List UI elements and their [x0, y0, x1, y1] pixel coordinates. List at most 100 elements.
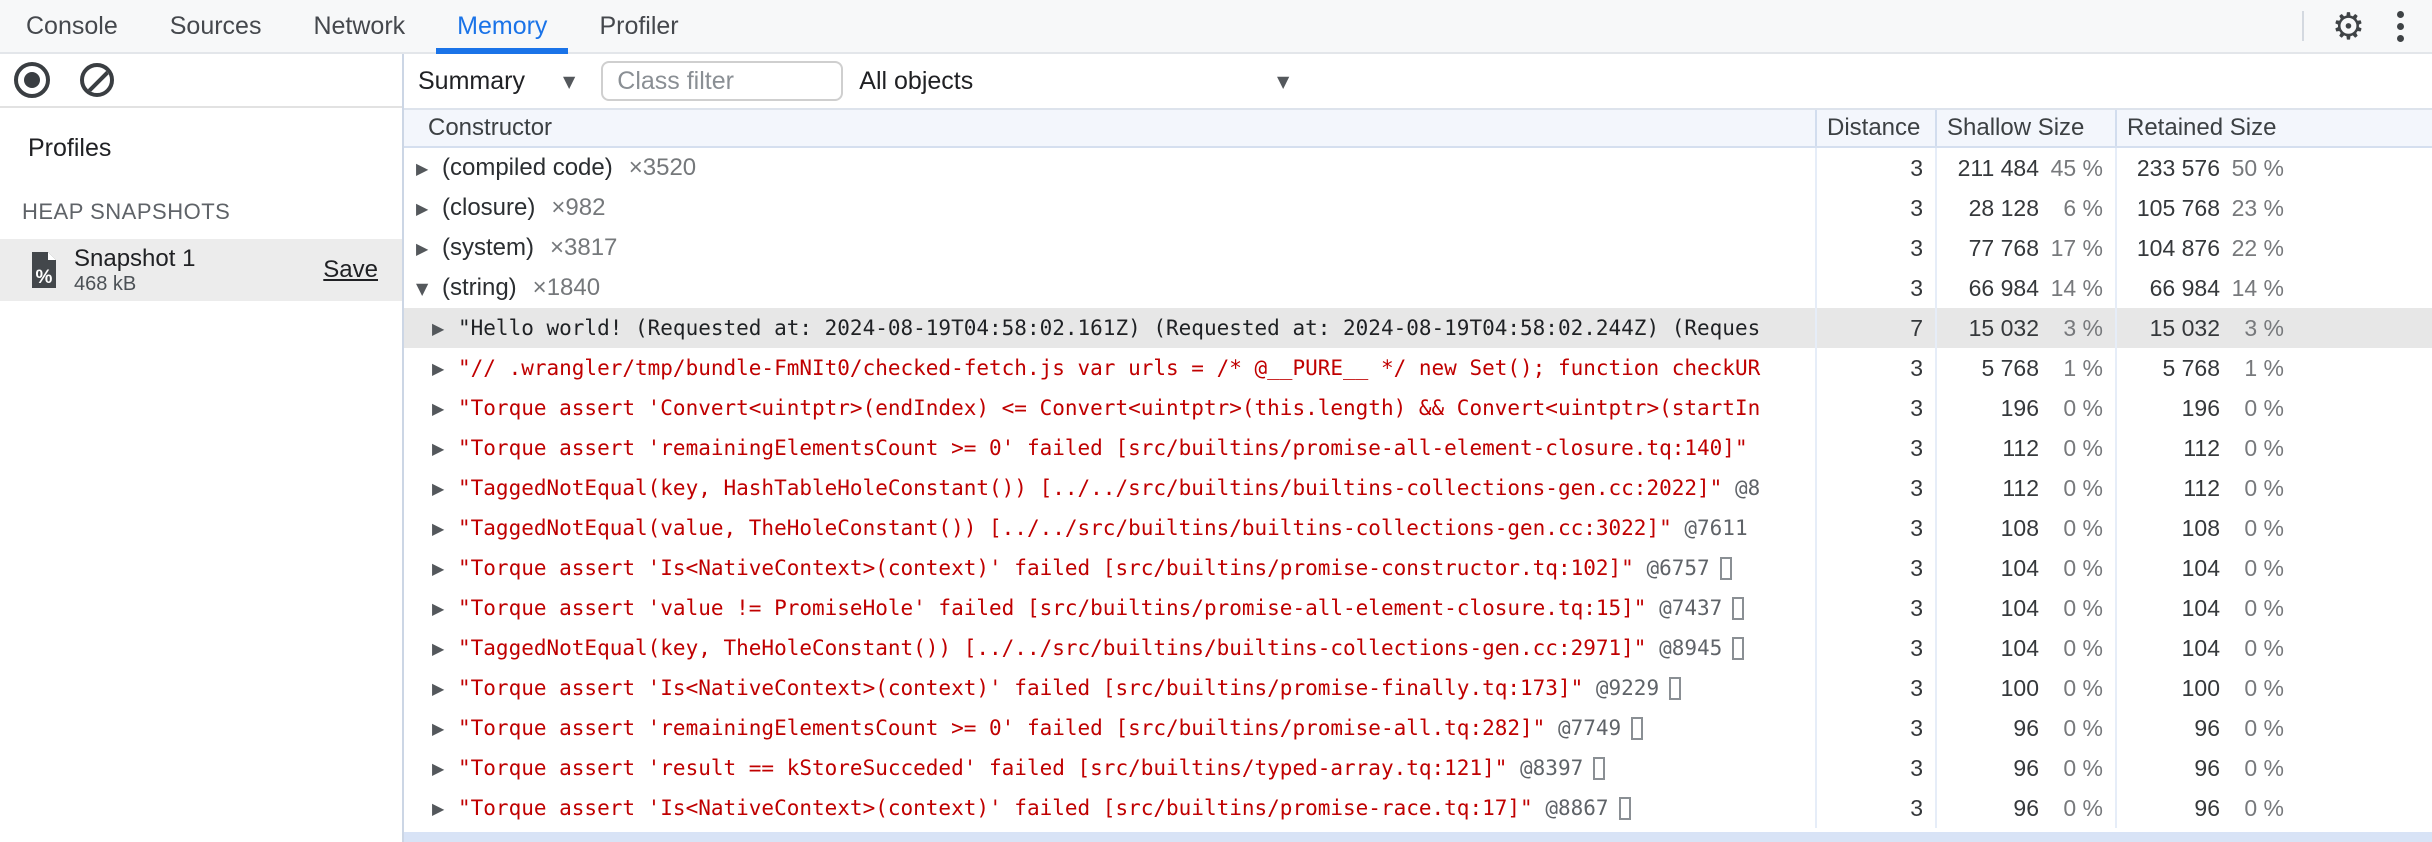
- retained-size-value: 5 768: [2162, 354, 2220, 381]
- constructor-name: (string): [442, 274, 517, 301]
- table-row[interactable]: ▶ (closure) ×982 3 28 128 6 % 105 768 23 %: [404, 188, 2432, 228]
- constructor-cell: ▶ "Torque assert 'value != PromiseHole' f…: [404, 588, 1815, 628]
- profiles-label: Profiles: [28, 134, 112, 162]
- distance-value: 3: [1910, 794, 1923, 821]
- expand-arrow-closed-icon[interactable]: ▶: [432, 759, 458, 778]
- expand-arrow-closed-icon[interactable]: ▶: [432, 519, 458, 538]
- expand-arrow-closed-icon[interactable]: ▶: [432, 559, 458, 578]
- expand-arrow-closed-icon[interactable]: ▶: [432, 359, 458, 378]
- string-value: "Torque assert 'result == kStoreSucceded…: [458, 756, 1508, 780]
- shallow-size-percent: 6 %: [2063, 194, 2103, 221]
- perspective-select[interactable]: Summary ▼: [418, 67, 575, 96]
- retained-size-value: 105 768: [2136, 194, 2220, 221]
- constructor-cell: ▶ "Torque assert 'Is<NativeContext>(conte…: [404, 548, 1815, 588]
- expand-arrow-closed-icon[interactable]: ▶: [432, 719, 458, 738]
- table-row[interactable]: ▶ "Torque assert 'result == kStoreSuccede…: [404, 748, 2432, 788]
- column-header-constructor[interactable]: Constructor: [404, 110, 1815, 146]
- shallow-size-value: 104: [2000, 634, 2039, 661]
- retained-size-cell: 104 876 22 %: [2115, 228, 2432, 268]
- retained-size-value: 96: [2194, 714, 2220, 741]
- table-row[interactable]: ▶ "// .wrangler/tmp/bundle-FmNIt0/checked…: [404, 348, 2432, 388]
- table-row[interactable]: ▶ (system) ×3817 3 77 768 17 % 104 876 22 %: [404, 228, 2432, 268]
- table-row[interactable]: ▶ (compiled code) ×3520 3 211 484 45 % 233 576…: [404, 148, 2432, 188]
- table-row[interactable]: ▶ "Torque assert 'Is<NativeContext>(conte…: [404, 788, 2432, 828]
- table-row[interactable]: ▶ "Torque assert 'Is<NativeContext>(conte…: [404, 548, 2432, 588]
- shallow-size-value: 112: [2002, 434, 2039, 461]
- objects-filter-select[interactable]: All objects ▼: [859, 67, 1289, 96]
- retained-size-cell: 66 984 14 %: [2115, 268, 2432, 308]
- chevron-down-icon: ▼: [1276, 71, 1290, 91]
- table-row[interactable]: ▶ "Torque assert 'Convert<uintptr>(endInd…: [404, 388, 2432, 428]
- table-row[interactable]: ▶ "Torque assert 'remainingElementsCount …: [404, 428, 2432, 468]
- table-row[interactable]: ▶ "Torque assert 'remainingElementsCount …: [404, 708, 2432, 748]
- expand-arrow-closed-icon[interactable]: ▶: [432, 679, 458, 698]
- object-id: @7437: [1646, 596, 1723, 620]
- grid-bottom-strip: [404, 832, 2432, 842]
- table-row[interactable]: ▶ "Torque assert 'Is<NativeContext>(conte…: [404, 668, 2432, 708]
- expand-arrow-closed-icon[interactable]: ▶: [416, 199, 442, 218]
- distance-cell: 3: [1815, 188, 1935, 228]
- object-id: @7611: [1671, 516, 1748, 540]
- expand-arrow-closed-icon[interactable]: ▶: [432, 319, 458, 338]
- settings-gear-icon[interactable]: ⚙: [2332, 8, 2365, 45]
- shallow-size-percent: 0 %: [2063, 554, 2103, 581]
- retained-size-percent: 0 %: [2244, 594, 2284, 621]
- missing-glyph-box: [1732, 636, 1745, 660]
- shallow-size-cell: 104 0 %: [1935, 628, 2115, 668]
- retained-size-cell: 100 0 %: [2115, 668, 2432, 708]
- tab-console[interactable]: Console: [0, 0, 144, 52]
- retained-size-percent: 0 %: [2244, 394, 2284, 421]
- missing-glyph-box: [1631, 716, 1644, 740]
- tab-sources[interactable]: Sources: [144, 0, 288, 52]
- grid-header-row: Constructor Distance Shallow Size Retain…: [404, 110, 2432, 148]
- expand-arrow-closed-icon[interactable]: ▶: [432, 639, 458, 658]
- shallow-size-percent: 0 %: [2063, 434, 2103, 461]
- expand-arrow-closed-icon[interactable]: ▶: [432, 399, 458, 418]
- shallow-size-cell: 96 0 %: [1935, 748, 2115, 788]
- distance-value: 3: [1910, 754, 1923, 781]
- table-row[interactable]: ▶ "Torque assert 'value != PromiseHole' f…: [404, 588, 2432, 628]
- expand-arrow-closed-icon[interactable]: ▶: [432, 439, 458, 458]
- expand-arrow-closed-icon[interactable]: ▶: [432, 799, 458, 818]
- shallow-size-percent: 0 %: [2063, 674, 2103, 701]
- table-row[interactable]: ▼ (string) ×1840 3 66 984 14 % 66 984 14 %: [404, 268, 2432, 308]
- missing-glyph-box: [1593, 756, 1606, 780]
- table-row[interactable]: ▶ "TaggedNotEqual(value, TheHoleConstant(…: [404, 508, 2432, 548]
- missing-glyph-box: [1732, 596, 1745, 620]
- retained-size-percent: 3 %: [2244, 314, 2284, 341]
- column-header-retained-size[interactable]: Retained Size: [2115, 110, 2432, 146]
- expand-arrow-closed-icon[interactable]: ▶: [432, 479, 458, 498]
- string-value: "Torque assert 'Is<NativeContext>(contex…: [458, 556, 1634, 580]
- class-filter-input[interactable]: [601, 61, 844, 101]
- expand-arrow-closed-icon[interactable]: ▶: [432, 599, 458, 618]
- table-row[interactable]: ▶ "TaggedNotEqual(key, TheHoleConstant())…: [404, 628, 2432, 668]
- retained-size-value: 100: [2181, 674, 2220, 701]
- tab-memory[interactable]: Memory: [431, 0, 573, 54]
- column-header-distance[interactable]: Distance: [1815, 110, 1935, 146]
- clear-profiles-icon[interactable]: [80, 63, 114, 97]
- column-header-shallow-size[interactable]: Shallow Size: [1935, 110, 2115, 146]
- profiles-sidebar-toolbar: [0, 54, 402, 108]
- table-row[interactable]: ▶ "TaggedNotEqual(key, HashTableHoleConst…: [404, 468, 2432, 508]
- distance-cell: 3: [1815, 588, 1935, 628]
- retained-size-cell: 15 032 3 %: [2115, 308, 2432, 348]
- expand-arrow-closed-icon[interactable]: ▶: [416, 239, 442, 258]
- snapshot-save-link[interactable]: Save: [323, 256, 378, 284]
- expand-arrow-open-icon[interactable]: ▼: [416, 279, 442, 298]
- retained-size-percent: 0 %: [2244, 754, 2284, 781]
- record-heap-snapshot-icon[interactable]: [14, 62, 50, 98]
- snapshot-list-item[interactable]: % Snapshot 1 468 kB Save: [0, 239, 402, 301]
- shallow-size-percent: 0 %: [2063, 394, 2103, 421]
- shallow-size-cell: 15 032 3 %: [1935, 308, 2115, 348]
- more-options-kebab-icon[interactable]: [2393, 7, 2408, 46]
- objects-filter-value: All objects: [859, 66, 974, 95]
- expand-arrow-closed-icon[interactable]: ▶: [416, 159, 442, 178]
- tab-profiler[interactable]: Profiler: [573, 0, 704, 52]
- distance-value: 3: [1910, 474, 1923, 501]
- heap-snapshots-heading: HEAP SNAPSHOTS: [22, 199, 231, 224]
- tab-network[interactable]: Network: [287, 0, 431, 52]
- distance-cell: 3: [1815, 668, 1935, 708]
- table-row[interactable]: ▶ "Hello world! (Requested at: 2024-08-19…: [404, 308, 2432, 348]
- shallow-size-cell: 96 0 %: [1935, 708, 2115, 748]
- retained-size-cell: 105 768 23 %: [2115, 188, 2432, 228]
